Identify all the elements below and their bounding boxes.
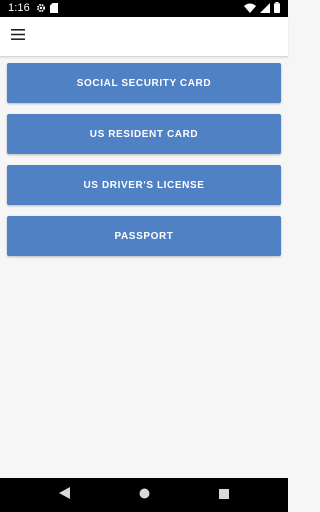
hamburger-menu-icon [11, 27, 25, 45]
battery-icon [274, 0, 280, 18]
sim-card-icon [50, 0, 58, 18]
document-button-list: SOCIAL SECURITY CARD US RESIDENT CARD US… [7, 63, 281, 267]
back-button[interactable] [56, 487, 72, 503]
passport-button[interactable]: PASSPORT [7, 216, 281, 256]
us-resident-card-button[interactable]: US RESIDENT CARD [7, 114, 281, 154]
recents-icon [219, 486, 229, 504]
back-icon [58, 486, 70, 504]
status-bar: 1:16 [0, 0, 288, 17]
status-right-icons [244, 0, 280, 18]
signal-icon [260, 0, 270, 18]
gear-icon [36, 0, 46, 18]
status-time: 1:16 [8, 2, 30, 14]
app-bar [0, 17, 288, 57]
menu-button[interactable] [6, 24, 30, 48]
status-left-icons [36, 2, 58, 15]
wifi-icon [244, 0, 256, 18]
home-icon [139, 486, 150, 504]
us-drivers-license-button[interactable]: US DRIVER'S LICENSE [7, 165, 281, 205]
social-security-card-button[interactable]: SOCIAL SECURITY CARD [7, 63, 281, 103]
recents-button[interactable] [216, 487, 232, 503]
home-button[interactable] [136, 487, 152, 503]
navigation-bar [0, 478, 288, 512]
